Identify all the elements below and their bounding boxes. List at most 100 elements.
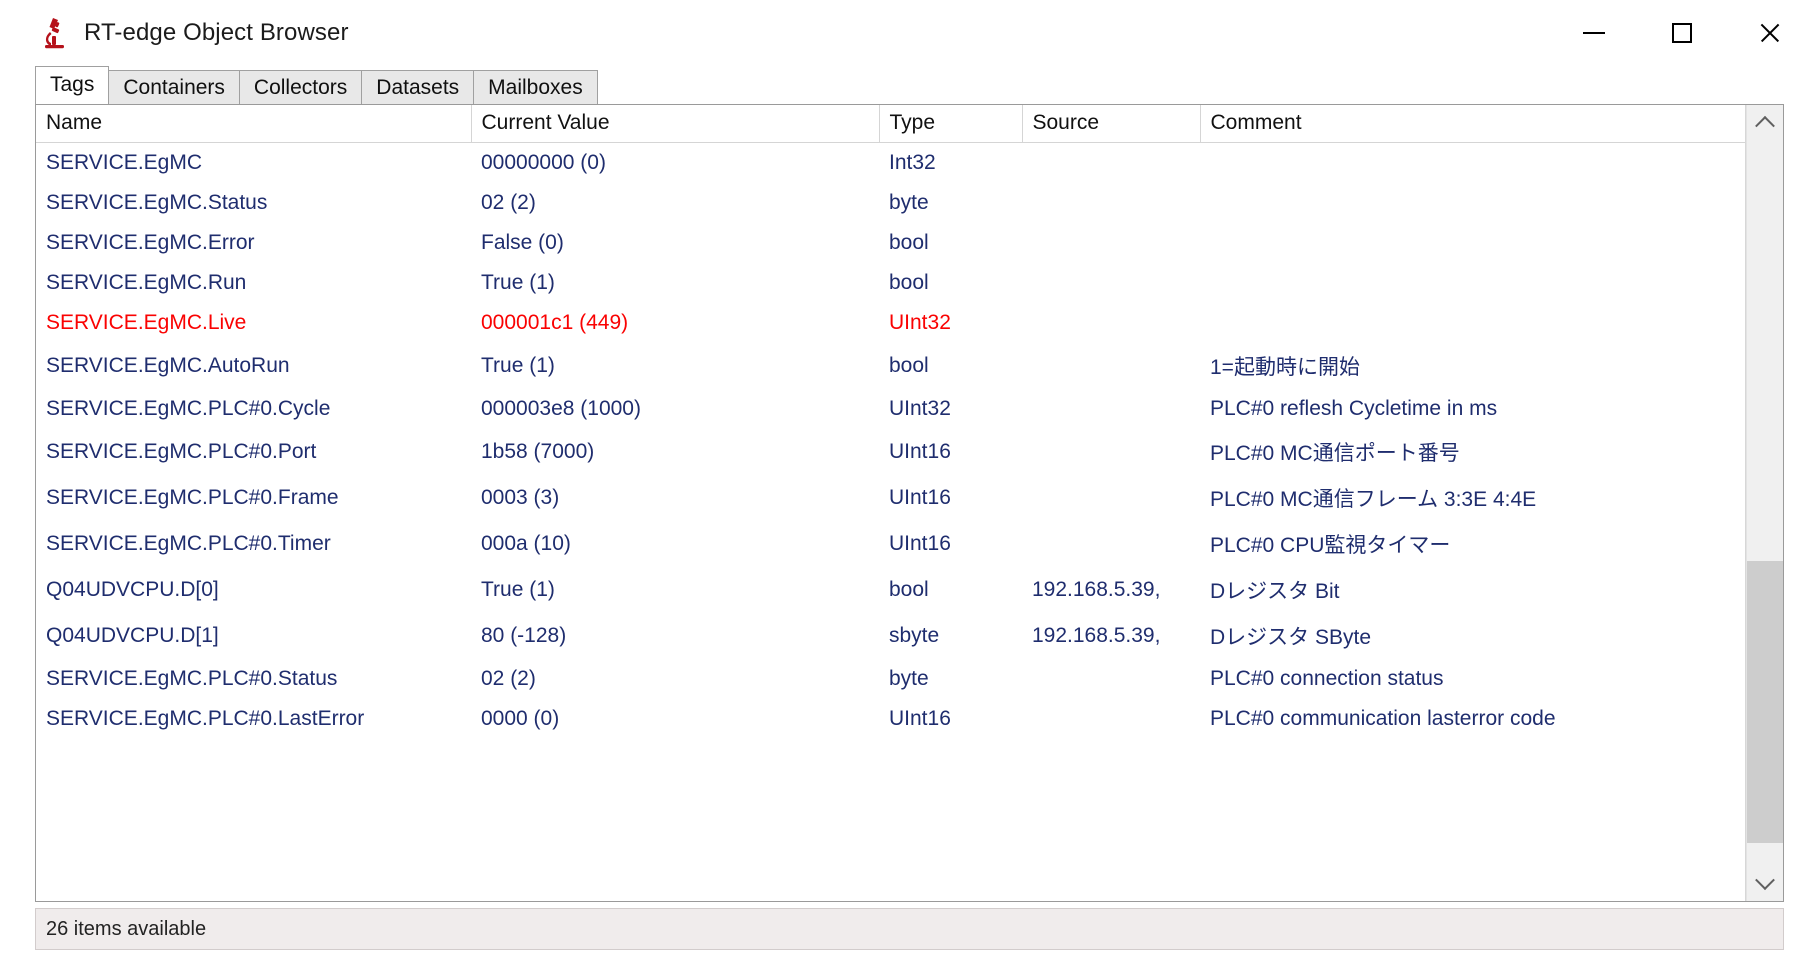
cell-name: SERVICE.EgMC	[46, 151, 202, 174]
window-controls	[1550, 0, 1814, 66]
status-text: 26 items available	[46, 917, 207, 940]
cell-current-value: 0003 (3)	[481, 486, 560, 509]
minimize-button[interactable]	[1550, 0, 1638, 66]
tab-label: Collectors	[253, 76, 348, 99]
cell-type: UInt16	[889, 440, 951, 463]
minimize-icon	[1583, 32, 1605, 34]
cell-name: SERVICE.EgMC.PLC#0.Timer	[46, 532, 331, 555]
cell-current-value: True (1)	[481, 578, 555, 601]
tab-containers[interactable]: Containers	[108, 70, 240, 104]
cell-current-value: 00000000 (0)	[481, 151, 606, 174]
cell-name: SERVICE.EgMC.PLC#0.LastError	[46, 707, 365, 730]
title-bar: RT-edge Object Browser	[0, 0, 1814, 66]
chevron-up-icon	[1755, 115, 1775, 136]
column-header-value[interactable]: Current Value	[471, 105, 880, 143]
cell-name: SERVICE.EgMC.PLC#0.Port	[46, 440, 317, 463]
tab-label: Mailboxes	[488, 76, 583, 99]
cell-comment: PLC#0 CPU監視タイマー	[1210, 534, 1451, 557]
cell-source	[1022, 303, 1200, 343]
table-header: Name Current Value Type Source Comment	[36, 105, 1745, 143]
cell-source	[1022, 263, 1200, 303]
table-row[interactable]: SERVICE.EgMC.PLC#0.Timer 000a (10) UInt16 P…	[36, 521, 1745, 567]
cell-current-value: 000a (10)	[481, 532, 571, 555]
table-row[interactable]: SERVICE.EgMC.Error False (0) bool	[36, 223, 1745, 263]
tab-label: Datasets	[376, 76, 460, 99]
grid-body-wrapper: Name Current Value Type Source Comment S…	[36, 105, 1783, 901]
tags-table: Name Current Value Type Source Comment S…	[36, 105, 1745, 739]
cell-source: 192.168.5.39,	[1032, 578, 1161, 601]
scroll-down-button[interactable]	[1747, 865, 1783, 901]
cell-current-value: True (1)	[481, 271, 555, 294]
cell-type: UInt16	[889, 707, 951, 730]
tab-mailboxes[interactable]: Mailboxes	[473, 70, 598, 104]
cell-comment	[1200, 183, 1745, 223]
header-row: Name Current Value Type Source Comment	[36, 105, 1745, 143]
cell-comment: Dレジスタ Bit	[1210, 580, 1340, 603]
cell-current-value: 000003e8 (1000)	[481, 397, 641, 420]
cell-type: bool	[889, 231, 929, 254]
cell-source	[1022, 223, 1200, 263]
table-row[interactable]: SERVICE.EgMC.AutoRun True (1) bool 1=起動時に開始	[36, 343, 1745, 389]
table-row[interactable]: SERVICE.EgMC.Live 000001c1 (449) UInt32	[36, 303, 1745, 343]
cell-current-value: 000001c1 (449)	[481, 311, 629, 334]
tab-datasets[interactable]: Datasets	[361, 70, 475, 104]
cell-type: bool	[889, 271, 929, 294]
cell-source	[1022, 659, 1200, 699]
cell-name: SERVICE.EgMC.PLC#0.Status	[46, 667, 338, 690]
cell-name: SERVICE.EgMC.Run	[46, 271, 247, 294]
column-header-comment[interactable]: Comment	[1200, 105, 1745, 143]
cell-type: sbyte	[889, 624, 940, 647]
cell-type: UInt16	[889, 486, 951, 509]
cell-name: SERVICE.EgMC.Live	[46, 311, 247, 334]
cell-comment: PLC#0 communication lasterror code	[1210, 707, 1556, 730]
cell-comment: 1=起動時に開始	[1210, 356, 1360, 379]
table-row[interactable]: SERVICE.EgMC.Status 02 (2) byte	[36, 183, 1745, 223]
table-row[interactable]: SERVICE.EgMC.PLC#0.LastError 0000 (0) UInt…	[36, 699, 1745, 739]
cell-comment	[1200, 303, 1745, 343]
chevron-down-icon	[1755, 870, 1775, 891]
cell-comment: PLC#0 reflesh Cycletime in ms	[1210, 397, 1498, 420]
cell-type: UInt32	[889, 311, 951, 334]
cell-type: Int32	[889, 151, 936, 174]
window-title: RT-edge Object Browser	[84, 19, 349, 46]
grid-main: Name Current Value Type Source Comment S…	[36, 105, 1746, 901]
cell-source	[1022, 475, 1200, 521]
cell-type: UInt32	[889, 397, 951, 420]
table-row[interactable]: SERVICE.EgMC.Run True (1) bool	[36, 263, 1745, 303]
cell-name: SERVICE.EgMC.Error	[46, 231, 255, 254]
cell-comment	[1200, 263, 1745, 303]
cell-source	[1022, 143, 1200, 184]
table-row[interactable]: Q04UDVCPU.D[1] 80 (-128) sbyte 192.168.5.39…	[36, 613, 1745, 659]
column-header-name[interactable]: Name	[36, 105, 472, 143]
cell-current-value: 02 (2)	[481, 191, 536, 214]
maximize-button[interactable]	[1638, 0, 1726, 66]
tab-tags[interactable]: Tags	[35, 66, 110, 104]
tags-grid: Name Current Value Type Source Comment S…	[35, 104, 1784, 902]
table-row[interactable]: Q04UDVCPU.D[0] True (1) bool 192.168.5.39, D…	[36, 567, 1745, 613]
table-row[interactable]: SERVICE.EgMC.PLC#0.Cycle 000003e8 (1000) U…	[36, 389, 1745, 429]
cell-type: bool	[889, 578, 929, 601]
cell-name: Q04UDVCPU.D[1]	[46, 624, 219, 647]
vertical-scrollbar[interactable]	[1746, 105, 1783, 901]
table-row[interactable]: SERVICE.EgMC.PLC#0.Status 02 (2) byte PLC#0…	[36, 659, 1745, 699]
column-header-type[interactable]: Type	[879, 105, 1023, 143]
tab-collectors[interactable]: Collectors	[238, 70, 363, 104]
scroll-up-button[interactable]	[1747, 105, 1783, 141]
table-row[interactable]: SERVICE.EgMC.PLC#0.Port 1b58 (7000) UInt16…	[36, 429, 1745, 475]
column-header-source[interactable]: Source	[1022, 105, 1201, 143]
cell-comment: Dレジスタ SByte	[1210, 626, 1372, 649]
cell-comment	[1200, 223, 1745, 263]
cell-source	[1022, 183, 1200, 223]
scrollbar-track[interactable]	[1747, 141, 1783, 865]
cell-current-value: 80 (-128)	[481, 624, 567, 647]
close-button[interactable]	[1726, 0, 1814, 66]
cell-name: Q04UDVCPU.D[0]	[46, 578, 219, 601]
cell-current-value: 0000 (0)	[481, 707, 560, 730]
cell-type: UInt16	[889, 532, 951, 555]
scrollbar-thumb[interactable]	[1747, 560, 1783, 844]
cell-comment: PLC#0 MC通信ポート番号	[1210, 442, 1460, 465]
table-row[interactable]: SERVICE.EgMC 00000000 (0) Int32	[36, 143, 1745, 184]
table-row[interactable]: SERVICE.EgMC.PLC#0.Frame 0003 (3) UInt16 PL…	[36, 475, 1745, 521]
cell-current-value: 02 (2)	[481, 667, 536, 690]
tab-label: Containers	[123, 76, 225, 99]
